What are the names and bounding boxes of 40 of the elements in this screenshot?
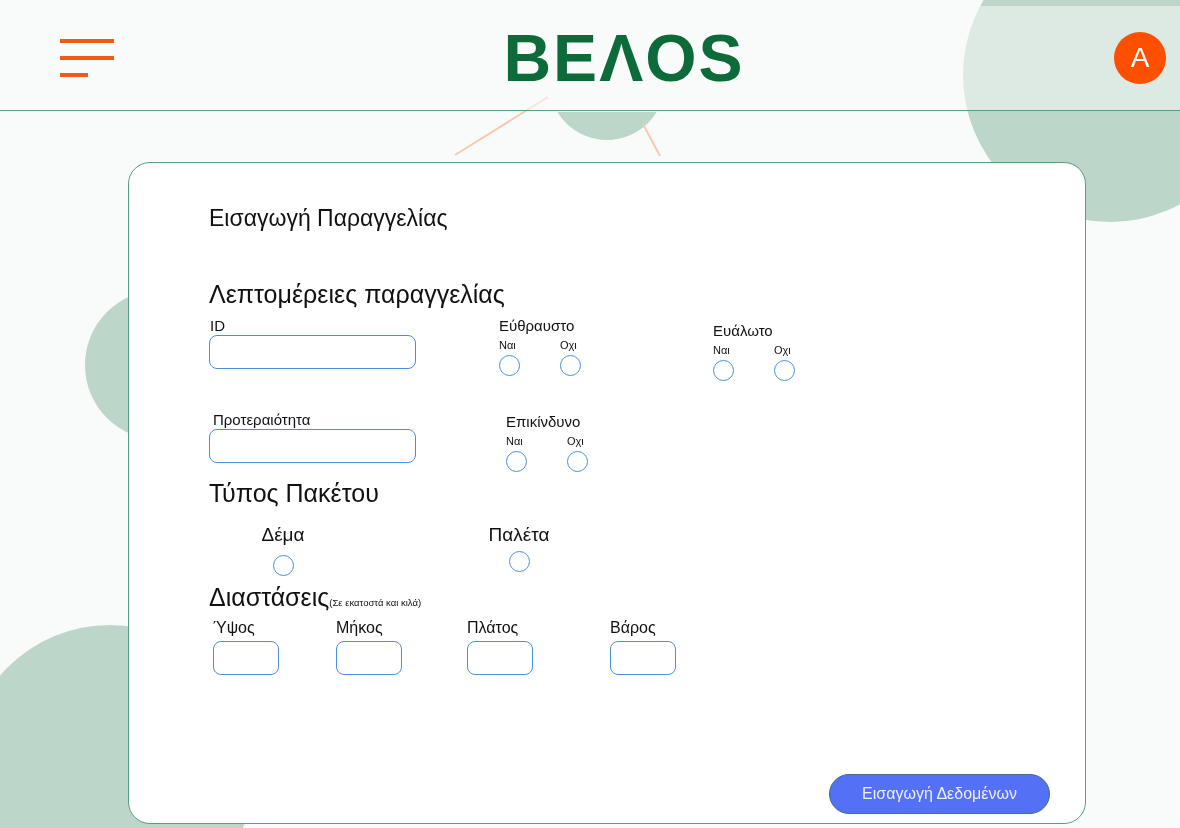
input-field[interactable] bbox=[336, 640, 402, 675]
field-label: Πλάτος bbox=[467, 617, 520, 637]
group-label: Εύθραυστο bbox=[499, 316, 576, 335]
option-label: Οχι bbox=[567, 434, 584, 448]
radio-button[interactable] bbox=[272, 554, 294, 576]
connector-line bbox=[642, 123, 661, 157]
radio-button[interactable] bbox=[713, 359, 734, 381]
input-field[interactable] bbox=[209, 334, 416, 369]
section-heading: Διαστάσεις bbox=[209, 581, 330, 612]
radio-button[interactable] bbox=[560, 354, 581, 376]
field-label: Βάρος bbox=[610, 617, 657, 637]
input-field[interactable] bbox=[467, 640, 533, 675]
input-field[interactable] bbox=[209, 428, 416, 463]
radio-button[interactable] bbox=[508, 550, 530, 572]
option-label: Οχι bbox=[774, 343, 791, 357]
field-label: Προτεραιότητα bbox=[212, 410, 312, 429]
group-label: Ευάλωτο bbox=[713, 321, 774, 340]
note-text: (Σε εκατοστά και κιλά) bbox=[329, 596, 422, 609]
form-title: Εισαγωγή Παραγγελίας bbox=[209, 205, 449, 233]
option-label: Ναι bbox=[499, 338, 516, 352]
group-label: Επικίνδυνο bbox=[506, 412, 582, 431]
field-label: Ύψος bbox=[213, 617, 256, 637]
radio-button[interactable] bbox=[774, 359, 795, 381]
menu-icon[interactable] bbox=[60, 39, 114, 77]
input-field[interactable] bbox=[213, 640, 279, 675]
section-heading: Λεπτομέρειες παραγγελίας bbox=[209, 278, 506, 309]
option-label: Δέμα bbox=[261, 523, 305, 547]
radio-button[interactable] bbox=[499, 354, 520, 376]
option-label: Ναι bbox=[506, 434, 523, 448]
radio-button[interactable] bbox=[567, 450, 588, 472]
section-heading: Τύπος Πακέτου bbox=[209, 477, 380, 508]
option-label: Ναι bbox=[713, 343, 730, 357]
logo: BEΛOS bbox=[503, 25, 745, 91]
option-label: Παλέτα bbox=[488, 523, 550, 547]
submit-button[interactable]: Εισαγωγή Δεδομένων bbox=[829, 774, 1050, 814]
input-field[interactable] bbox=[610, 640, 676, 675]
field-label: Μήκος bbox=[336, 617, 384, 637]
option-label: Οχι bbox=[560, 338, 577, 352]
field-label: ID bbox=[209, 316, 226, 335]
radio-button[interactable] bbox=[506, 450, 527, 472]
